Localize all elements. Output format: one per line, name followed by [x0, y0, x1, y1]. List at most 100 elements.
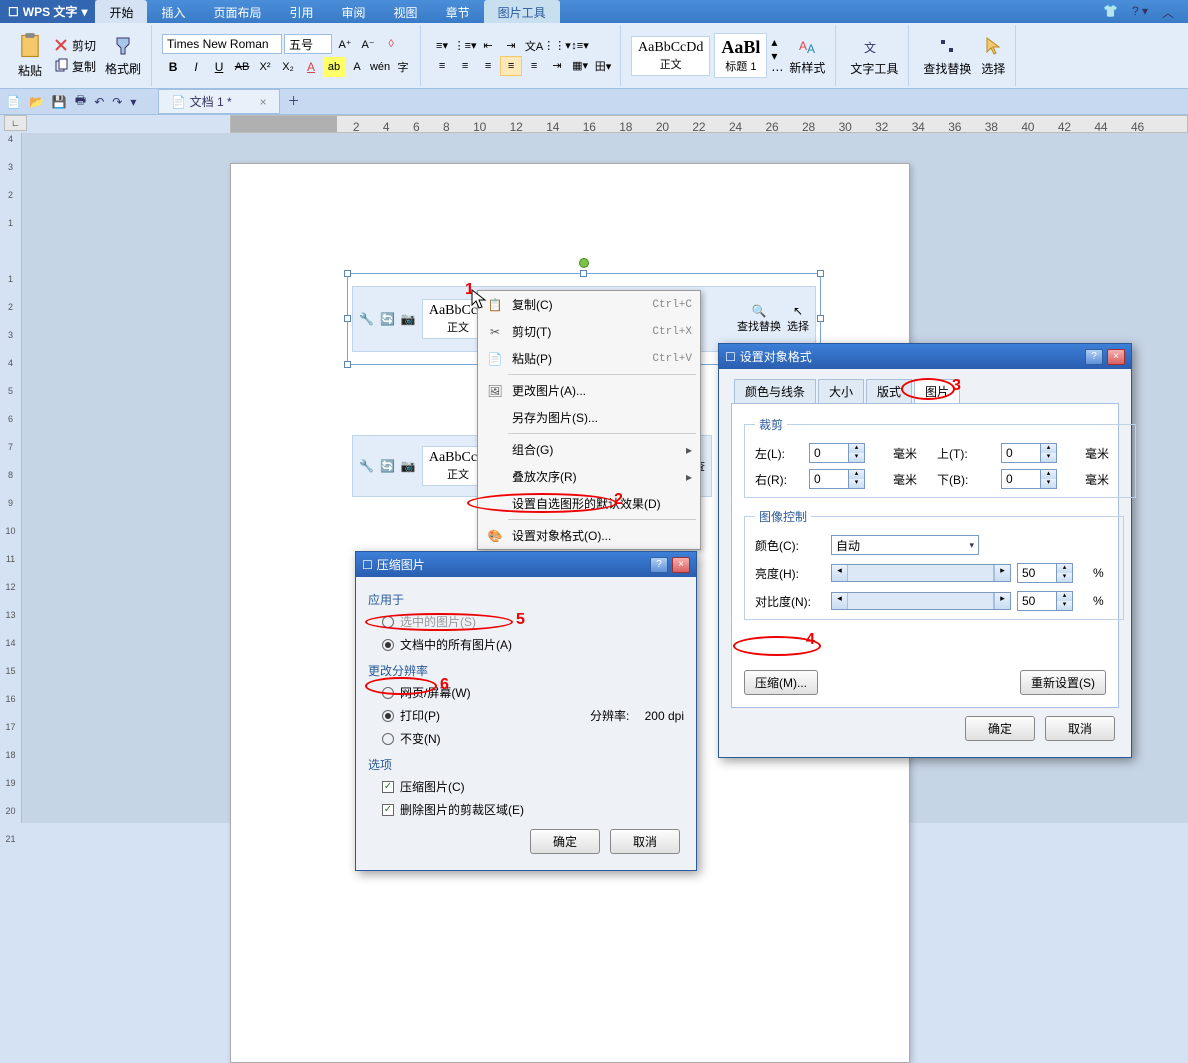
ctx-paste[interactable]: 📄粘贴(P)Ctrl+V	[478, 345, 700, 372]
open-icon[interactable]: 📂	[29, 95, 44, 109]
grow-font-icon[interactable]: A⁺	[334, 34, 356, 54]
asianlayout-icon[interactable]: ⋮⋮▾	[546, 36, 568, 56]
newstyle-button[interactable]: AA新样式	[785, 33, 829, 78]
font-color-button[interactable]: A	[300, 57, 322, 77]
new-tab-icon[interactable]: ＋	[280, 89, 308, 114]
super-button[interactable]: X²	[254, 57, 276, 77]
ctx-copy[interactable]: 📋复制(C)Ctrl+C	[478, 291, 700, 318]
radio-selected[interactable]: 选中的图片(S)	[368, 610, 684, 633]
align-justify-icon[interactable]: ≡	[500, 56, 522, 76]
ctx-default[interactable]: 设置自选图形的默认效果(D)	[478, 490, 700, 517]
brightness-slider[interactable]: ◂▸	[831, 564, 1011, 582]
app-badge[interactable]: WPS 文字 ▾	[0, 0, 95, 23]
cancel-button[interactable]: 取消	[610, 829, 680, 854]
compress-button[interactable]: 压缩(M)...	[744, 670, 818, 695]
contrast-slider[interactable]: ◂▸	[831, 592, 1011, 610]
chk-delcrop[interactable]: ✓删除图片的剪裁区域(E)	[368, 798, 684, 821]
tab-color[interactable]: 颜色与线条	[734, 379, 816, 403]
bold-button[interactable]: B	[162, 57, 184, 77]
tab-insert[interactable]: 插入	[147, 0, 199, 23]
radio-all[interactable]: 文档中的所有图片(A)	[368, 633, 684, 656]
findreplace-button[interactable]: 查找替换	[919, 32, 975, 79]
tabmark-icon[interactable]: ⇥	[546, 56, 568, 76]
underline-button[interactable]: U	[208, 57, 230, 77]
ctx-format[interactable]: 🎨设置对象格式(O)...	[478, 522, 700, 549]
ok-button[interactable]: 确定	[530, 829, 600, 854]
save-icon[interactable]: 💾	[52, 95, 67, 109]
ctx-changepic[interactable]: 🖼更改图片(A)...	[478, 377, 700, 404]
tab-picture[interactable]: 图片	[914, 379, 960, 403]
tab-layout[interactable]: 版式	[866, 379, 912, 403]
styles-up-icon[interactable]: ▴	[771, 35, 783, 49]
align-center-icon[interactable]: ≡	[454, 56, 476, 76]
rotate-handle[interactable]	[579, 258, 589, 268]
enclose-button[interactable]: 字	[392, 57, 414, 77]
undo-icon[interactable]: ↶	[94, 95, 104, 109]
bullets-icon[interactable]: ≡▾	[431, 36, 453, 56]
chk-compress[interactable]: ✓压缩图片(C)	[368, 775, 684, 798]
align-right-icon[interactable]: ≡	[477, 56, 499, 76]
help-icon[interactable]: ? ▾	[1132, 4, 1148, 19]
styles-down-icon[interactable]: ▾	[771, 49, 783, 63]
styles-more-icon[interactable]: ⋯	[771, 63, 783, 77]
textdir-icon[interactable]: 文A	[523, 36, 545, 56]
highlight-button[interactable]: ab	[323, 57, 345, 77]
brightness-input[interactable]: ▴▾	[1017, 563, 1073, 583]
numbering-icon[interactable]: ⋮≡▾	[454, 36, 476, 56]
tab-view[interactable]: 视图	[380, 0, 432, 23]
new-icon[interactable]: 📄	[6, 95, 21, 109]
reset-button[interactable]: 重新设置(S)	[1020, 670, 1106, 695]
ctx-group[interactable]: 组合(G)▸	[478, 436, 700, 463]
crop-left-input[interactable]: ▴▾	[809, 443, 865, 463]
color-combo[interactable]: 自动▾	[831, 535, 979, 555]
document-tab[interactable]: 📄 文档 1 * ×	[158, 89, 279, 114]
charshade-button[interactable]: A	[346, 57, 368, 77]
close-tab-icon[interactable]: ×	[260, 95, 267, 109]
ok-button[interactable]: 确定	[965, 716, 1035, 741]
font-size-input[interactable]	[284, 34, 332, 54]
crop-top-input[interactable]: ▴▾	[1001, 443, 1057, 463]
paste-button[interactable]: 粘贴	[12, 30, 48, 81]
close-icon[interactable]: ×	[1107, 349, 1125, 365]
radio-nochange[interactable]: 不变(N)	[368, 727, 684, 750]
tab-chapter[interactable]: 章节	[432, 0, 484, 23]
sub-button[interactable]: X₂	[277, 57, 299, 77]
copy-button[interactable]: 复制	[50, 56, 99, 77]
italic-button[interactable]: I	[185, 57, 207, 77]
cut-button[interactable]: 剪切	[50, 35, 99, 56]
linespacing-icon[interactable]: ↕≡▾	[569, 36, 591, 56]
border-icon[interactable]: 田▾	[592, 56, 614, 76]
radio-print[interactable]: 打印(P)分辨率: 200 dpi	[368, 704, 684, 727]
radio-web[interactable]: 网页/屏幕(W)	[368, 681, 684, 704]
distribute-icon[interactable]: ≡	[523, 56, 545, 76]
align-left-icon[interactable]: ≡	[431, 56, 453, 76]
tab-selector[interactable]: ∟	[4, 115, 27, 131]
help-icon[interactable]: ?	[1085, 349, 1103, 365]
tab-pictool[interactable]: 图片工具	[484, 0, 560, 23]
style-body[interactable]: AaBbCcDd正文	[631, 36, 710, 76]
texttool-button[interactable]: 文文字工具	[846, 32, 902, 79]
crop-right-input[interactable]: ▴▾	[809, 469, 865, 489]
indent-inc-icon[interactable]: ⇥	[500, 36, 522, 56]
contrast-input[interactable]: ▴▾	[1017, 591, 1073, 611]
clear-format-icon[interactable]: ◊	[380, 34, 402, 54]
tab-ref[interactable]: 引用	[276, 0, 328, 23]
shrink-font-icon[interactable]: A⁻	[357, 34, 379, 54]
tab-review[interactable]: 审阅	[328, 0, 380, 23]
tab-layout[interactable]: 页面布局	[200, 0, 276, 23]
close-icon[interactable]: ×	[672, 557, 690, 573]
strike-button[interactable]: AB	[231, 57, 253, 77]
ctx-saveas[interactable]: 另存为图片(S)...	[478, 404, 700, 431]
shirt-icon[interactable]: 👕	[1103, 4, 1118, 19]
style-heading1[interactable]: AaBl标题 1	[714, 33, 767, 78]
font-family-input[interactable]	[162, 34, 282, 54]
tab-size[interactable]: 大小	[818, 379, 864, 403]
ctx-cut[interactable]: ✂剪切(T)Ctrl+X	[478, 318, 700, 345]
shading-icon[interactable]: ▦▾	[569, 56, 591, 76]
print-icon[interactable]: 🖶	[75, 91, 86, 112]
crop-bottom-input[interactable]: ▴▾	[1001, 469, 1057, 489]
select-button[interactable]: 选择	[977, 32, 1009, 79]
cancel-button[interactable]: 取消	[1045, 716, 1115, 741]
formatpainter-button[interactable]: 格式刷	[101, 32, 145, 79]
phonetic-button[interactable]: wén	[369, 57, 391, 77]
